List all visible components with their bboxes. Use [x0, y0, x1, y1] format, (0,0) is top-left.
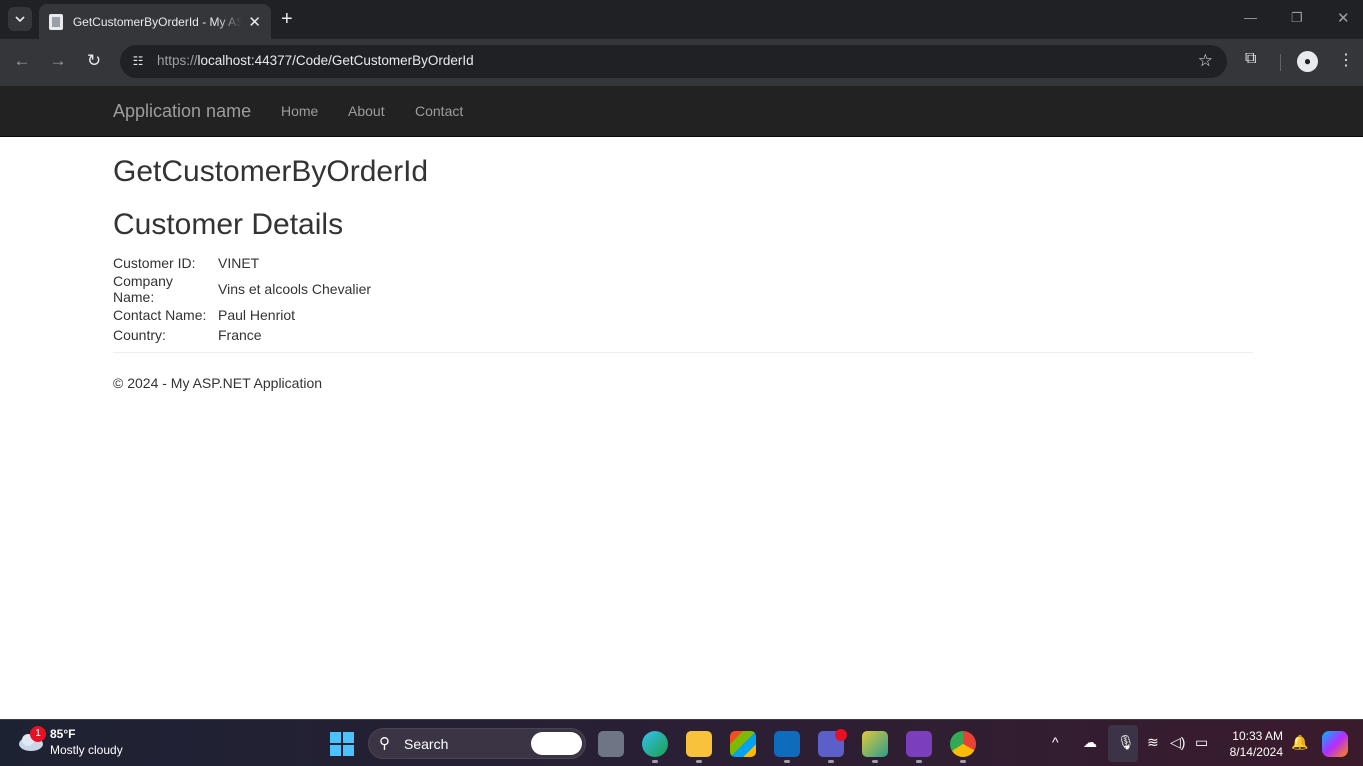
running-indicator [784, 760, 790, 763]
section-title: Customer Details [113, 208, 344, 241]
running-indicator [652, 760, 658, 763]
visual-studio-icon[interactable] [906, 731, 932, 757]
system-clock[interactable]: 10:33 AM 8/14/2024 [1222, 728, 1283, 760]
running-indicator [696, 760, 702, 763]
detail-value: Vins et alcools Chevalier [218, 281, 372, 297]
browser-tab[interactable]: GetCustomerByOrderId - My ASP.NET Applic… [39, 4, 271, 39]
nav-contact-link[interactable]: Contact [415, 103, 463, 119]
restore-icon[interactable]: ❐ [1291, 10, 1303, 26]
taskbar-search-label: Search [404, 736, 449, 752]
tab-search-button[interactable] [8, 7, 32, 31]
running-indicator [916, 760, 922, 763]
nav-home-link[interactable]: Home [281, 103, 318, 119]
task-view-icon[interactable] [598, 731, 624, 757]
chevron-up-icon[interactable]: ^ [1052, 734, 1059, 750]
site-navbar: Application name Home About Contact [0, 86, 1363, 137]
detail-value: Paul Henriot [218, 307, 296, 323]
detail-label: Contact Name: [113, 307, 207, 323]
browser-tabstrip: GetCustomerByOrderId - My ASP.NET Applic… [0, 0, 1363, 39]
clock-time: 10:33 AM [1232, 729, 1283, 743]
edge-browser-icon[interactable] [642, 731, 668, 757]
detail-label: Customer ID: [113, 255, 196, 271]
browser-toolbar: ← → ↻ ☷ https://localhost:44377/Code/Get… [0, 39, 1363, 86]
nav-about-link[interactable]: About [348, 103, 385, 119]
url-text[interactable]: https://localhost:44377/Code/GetCustomer… [157, 53, 474, 68]
site-settings-icon[interactable]: ☷ [129, 52, 147, 70]
close-window-icon[interactable]: ✕ [1337, 9, 1350, 27]
running-indicator [872, 760, 878, 763]
wifi-icon[interactable]: ≋ [1147, 734, 1159, 751]
notification-dot [835, 729, 847, 741]
chevron-down-icon [15, 16, 25, 22]
forward-arrow-icon[interactable]: → [47, 51, 69, 71]
microsoft-store-icon[interactable] [730, 731, 756, 757]
bookmark-star-icon[interactable]: ☆ [1198, 51, 1213, 71]
detail-value: VINET [218, 255, 260, 271]
detail-label: Company Name: [113, 273, 173, 305]
page-footer: © 2024 - My ASP.NET Application [113, 375, 323, 391]
weather-temperature[interactable]: 85°F [50, 727, 75, 741]
page-favicon-icon [49, 13, 63, 30]
copilot-icon[interactable] [1322, 731, 1348, 757]
address-bar[interactable]: ☷ https://localhost:44377/Code/GetCustom… [120, 45, 1227, 78]
snipping-tool-icon[interactable] [862, 731, 888, 757]
taskbar-search[interactable]: ⚲ Search [368, 728, 586, 759]
notification-bell-icon[interactable]: 🔔 [1291, 734, 1308, 751]
volume-icon[interactable]: ◁) [1170, 734, 1185, 751]
reload-icon[interactable]: ↻ [83, 51, 105, 71]
mic-muted-button[interactable]: 🎙 [1108, 725, 1138, 762]
detail-label: Country: [113, 327, 166, 343]
tab-title: GetCustomerByOrderId - My ASP.NET Applic… [72, 14, 243, 29]
windows-start-icon[interactable] [330, 732, 354, 756]
detail-value: France [218, 327, 262, 343]
minimize-icon[interactable]: — [1244, 10, 1257, 25]
customer-details-table: Customer ID: VINET Company Name: Vins et… [113, 253, 371, 345]
mic-muted-icon: 🎙 [1117, 734, 1135, 750]
footer-divider [113, 352, 1253, 353]
detail-row: Company Name: Vins et alcools Chevalier [113, 273, 371, 305]
search-icon: ⚲ [379, 735, 390, 752]
file-explorer-icon[interactable] [686, 731, 712, 757]
close-tab-icon[interactable]: ✕ [248, 13, 261, 31]
new-tab-icon[interactable]: + [281, 8, 293, 30]
detail-row: Contact Name: Paul Henriot [113, 305, 371, 325]
weather-badge: 1 [30, 726, 46, 742]
detail-row: Country: France [113, 325, 371, 345]
battery-icon[interactable]: ▭ [1195, 734, 1208, 751]
profile-avatar-icon[interactable]: ● [1297, 51, 1318, 72]
running-indicator [960, 760, 966, 763]
search-highlight-image [531, 732, 582, 755]
windows-taskbar: 1 85°F Mostly cloudy ⚲ Search ^ ☁ 🎙 ≋ ◁)… [0, 719, 1363, 766]
onedrive-icon[interactable]: ☁ [1083, 734, 1097, 751]
page-title: GetCustomerByOrderId [113, 155, 429, 188]
toolbar-divider [1280, 54, 1281, 71]
extensions-icon[interactable]: ⧉ [1245, 50, 1256, 68]
clock-date: 8/14/2024 [1229, 745, 1283, 759]
menu-kebab-icon[interactable]: ⋮ [1338, 50, 1354, 70]
detail-row: Customer ID: VINET [113, 253, 371, 273]
running-indicator [828, 760, 834, 763]
chrome-icon[interactable] [950, 731, 976, 757]
mail-icon[interactable] [774, 731, 800, 757]
back-arrow-icon[interactable]: ← [11, 51, 33, 71]
weather-condition[interactable]: Mostly cloudy [50, 743, 123, 757]
brand-link[interactable]: Application name [113, 101, 251, 122]
